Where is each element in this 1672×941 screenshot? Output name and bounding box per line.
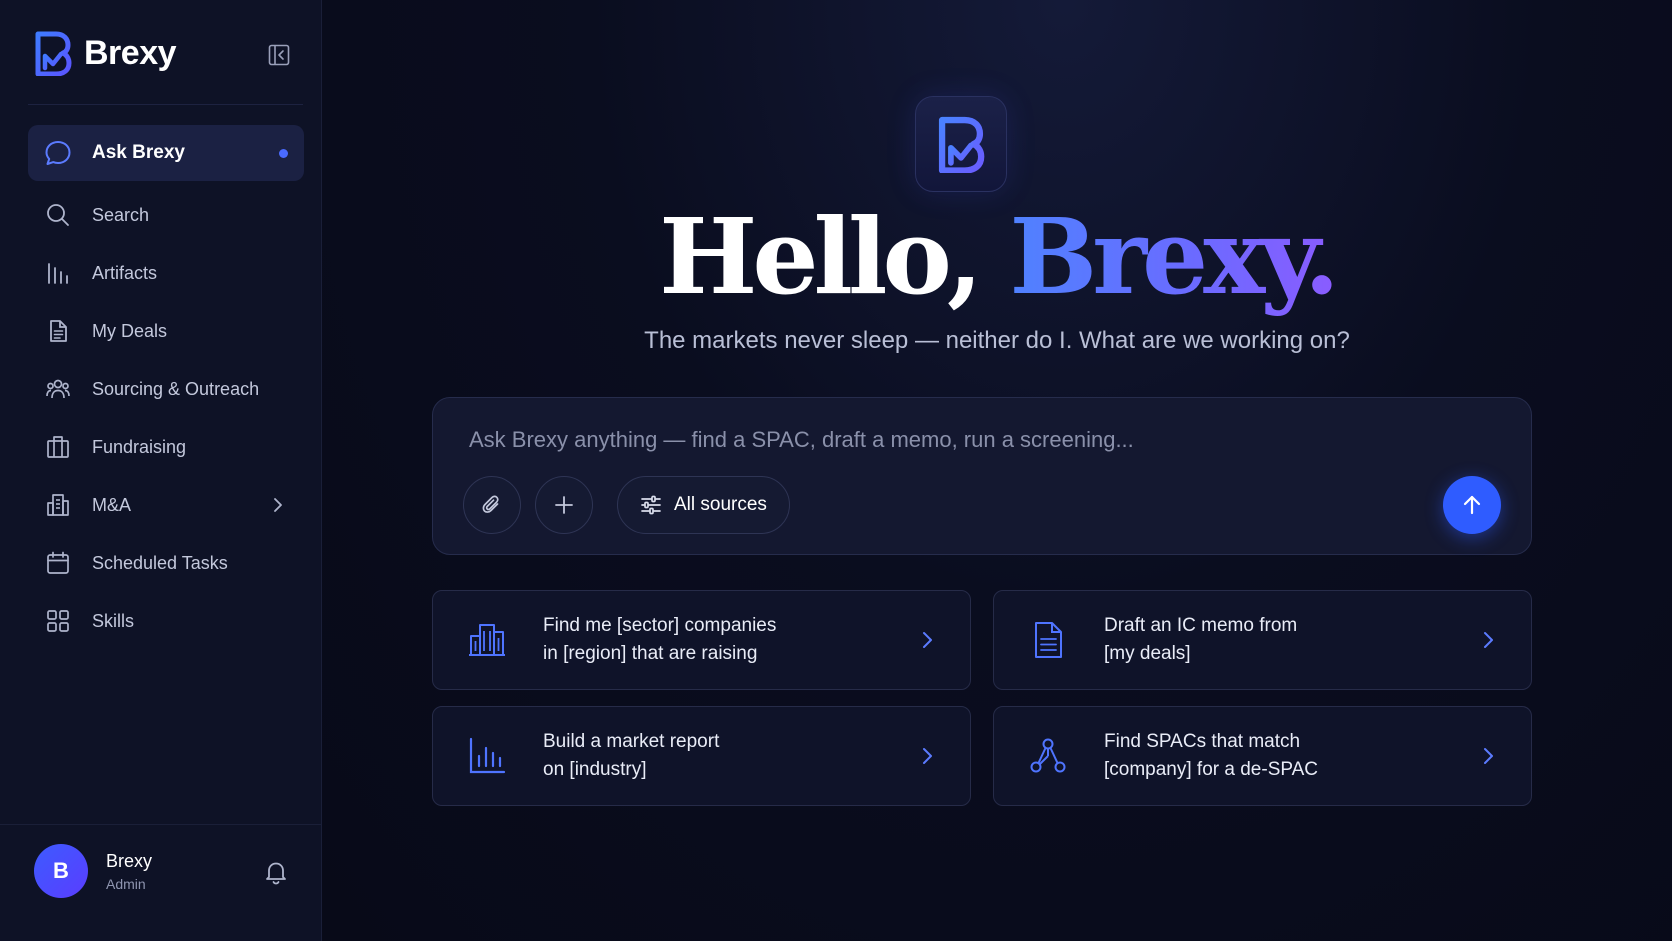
suggestion-line: Draft an IC memo from — [1104, 615, 1298, 636]
sidebar-item-search[interactable]: Search — [28, 187, 304, 243]
suggestion-card[interactable]: Build a market report on [industry] — [432, 706, 971, 806]
network-icon — [1026, 734, 1070, 778]
sidebar-item-label: M&A — [92, 494, 132, 515]
chevron-right-icon — [1484, 748, 1493, 764]
sidebar-item-fundraising[interactable]: Fundraising — [28, 419, 304, 475]
sidebar-item-m-and-a[interactable]: M&A — [28, 477, 304, 533]
sidebar-divider — [28, 104, 303, 105]
suggestion-line: Build a market report — [543, 731, 720, 752]
composer: All sources — [432, 397, 1532, 555]
sources-label: All sources — [674, 494, 767, 515]
suggestion-text: Find me [sector] companies in [region] t… — [543, 612, 883, 668]
suggestion-text: Build a market report on [industry] — [543, 728, 883, 784]
suggestion-line: in [region] that are raising — [543, 643, 758, 664]
collapse-sidebar-button[interactable] — [266, 42, 292, 68]
sidebar-item-label: Scheduled Tasks — [92, 552, 228, 573]
app-window: Brexy Ask Brexy Search Artifacts My Deal… — [0, 0, 1672, 941]
calendar-icon — [44, 549, 72, 577]
hero-logo — [915, 96, 1007, 192]
suggestion-line: Find SPACs that match — [1104, 731, 1301, 752]
suggestion-card[interactable]: Find SPACs that match [company] for a de… — [993, 706, 1532, 806]
sidebar-item-label: Sourcing & Outreach — [92, 378, 260, 399]
sidebar-item-my-deals[interactable]: My Deals — [28, 303, 304, 359]
chat-bubble-icon — [44, 139, 72, 167]
suggestion-line: on [industry] — [543, 759, 647, 780]
active-indicator — [279, 149, 288, 158]
ask-input[interactable] — [469, 422, 1469, 458]
search-icon — [44, 201, 72, 229]
user-role: Admin — [106, 875, 146, 892]
tagline: The markets never sleep — neither do I. … — [644, 327, 1350, 354]
user-profile[interactable]: B Brexy Admin — [34, 844, 152, 898]
sidebar-item-sourcing-outreach[interactable]: Sourcing & Outreach — [28, 361, 304, 417]
suggestion-card[interactable]: Find me [sector] companies in [region] t… — [432, 590, 971, 690]
sidebar-item-label: Ask Brexy — [92, 142, 185, 163]
sidebar-item-artifacts[interactable]: Artifacts — [28, 245, 304, 301]
sidebar-item-label: Search — [92, 204, 150, 225]
chevron-right-icon — [274, 498, 282, 512]
user-info: Brexy Admin — [106, 851, 152, 892]
sidebar-item-ask-brexy[interactable]: Ask Brexy — [28, 125, 304, 181]
suggestion-text: Draft an IC memo from [my deals] — [1104, 612, 1444, 668]
building-columns-icon — [44, 433, 72, 461]
sidebar-item-label: Fundraising — [92, 436, 187, 457]
chevron-right-icon — [1484, 632, 1493, 648]
sidebar-nav: Ask Brexy Search Artifacts My Deals Sour… — [28, 125, 304, 651]
collapse-sidebar-icon — [268, 44, 290, 66]
paperclip-icon — [482, 495, 499, 513]
brand-name: Brexy — [84, 33, 177, 72]
suggestion-line: [my deals] — [1104, 643, 1191, 664]
suggestion-line: [company] for a de-SPAC — [1104, 759, 1319, 780]
document-icon — [1026, 618, 1070, 662]
avatar: B — [34, 844, 88, 898]
user-name: Brexy — [106, 850, 153, 871]
suggestion-cards: Find me [sector] companies in [region] t… — [432, 590, 1532, 806]
greeting-prefix: Hello, — [659, 195, 1010, 318]
brand-logo-icon — [35, 31, 72, 76]
brand[interactable]: Brexy — [34, 30, 177, 76]
bar-chart-icon — [44, 259, 72, 287]
sidebar-bottom-divider — [0, 824, 321, 825]
suggestion-text: Find SPACs that match [company] for a de… — [1104, 728, 1444, 784]
sidebar-item-skills[interactable]: Skills — [28, 593, 304, 649]
bell-icon[interactable] — [262, 858, 290, 886]
greeting-heading: Hello, Brexy. — [322, 202, 1672, 311]
main-content: Hello, Brexy. The markets never sleep — … — [322, 0, 1672, 941]
attach-button[interactable] — [463, 476, 521, 534]
bar-chart-icon — [465, 734, 509, 778]
sources-filter-button[interactable]: All sources — [617, 476, 790, 534]
chevron-right-icon — [923, 748, 932, 764]
sidebar-item-scheduled-tasks[interactable]: Scheduled Tasks — [28, 535, 304, 591]
sidebar: Brexy Ask Brexy Search Artifacts My Deal… — [0, 0, 322, 941]
people-icon — [44, 375, 72, 403]
suggestion-line: Find me [sector] companies — [543, 615, 777, 636]
sidebar-item-label: My Deals — [92, 320, 168, 341]
buildings-icon — [465, 618, 509, 662]
add-button[interactable] — [535, 476, 593, 534]
chevron-right-icon — [923, 632, 932, 648]
sidebar-item-label: Skills — [92, 610, 135, 631]
document-icon — [44, 317, 72, 345]
sliders-icon — [641, 495, 661, 515]
suggestion-card[interactable]: Draft an IC memo from [my deals] — [993, 590, 1532, 690]
sidebar-item-label: Artifacts — [92, 262, 158, 283]
brand-logo-icon — [938, 116, 985, 173]
arrow-up-icon — [1463, 495, 1481, 515]
send-button[interactable] — [1443, 476, 1501, 534]
greeting-name: Brexy. — [1009, 195, 1340, 318]
grid-icon — [44, 607, 72, 635]
office-building-icon — [44, 491, 72, 519]
plus-icon — [555, 496, 573, 514]
